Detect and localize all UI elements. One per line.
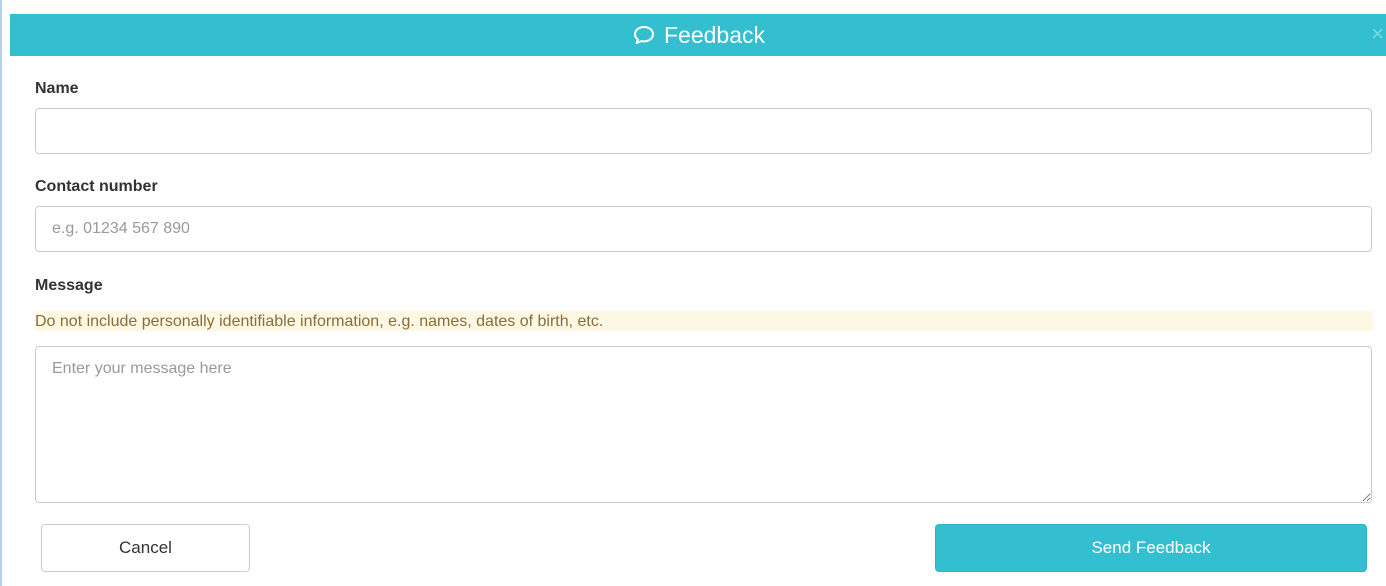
- send-feedback-button[interactable]: Send Feedback: [935, 524, 1367, 572]
- dialog-title: Feedback: [663, 21, 765, 48]
- name-label: Name: [35, 80, 79, 97]
- contact-number-input[interactable]: [35, 206, 1372, 252]
- feedback-dialog: Feedback × Name Contact number Message D…: [0, 0, 1386, 586]
- cancel-button[interactable]: Cancel: [41, 524, 250, 572]
- contact-number-label: Contact number: [35, 178, 158, 195]
- pii-warning: Do not include personally identifiable i…: [35, 311, 1373, 331]
- name-input[interactable]: [35, 108, 1372, 154]
- chat-bubble-icon: [633, 24, 657, 46]
- dialog-header: Feedback: [10, 14, 1386, 56]
- close-icon[interactable]: ×: [1371, 22, 1384, 46]
- message-textarea[interactable]: [35, 346, 1372, 503]
- message-label: Message: [35, 277, 103, 294]
